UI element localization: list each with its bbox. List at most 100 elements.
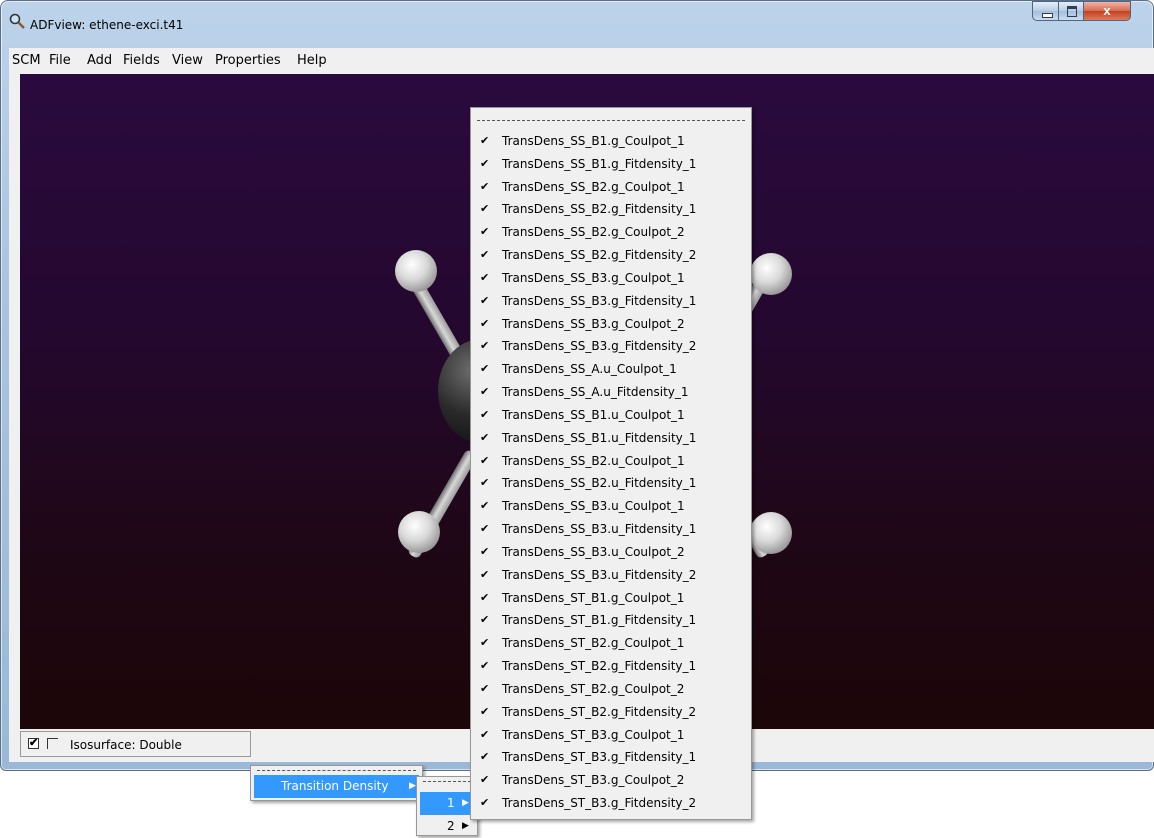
menu-help[interactable]: Help (297, 53, 327, 68)
transition-density-submenu: 1 ▶ 2 ▶ (416, 776, 478, 836)
field-menu-item-label: TransDens_ST_B1.g_Fitdensity_1 (502, 613, 697, 628)
field-menu-item[interactable]: ✔ TransDens_ST_B3.g_Fitdensity_2 (474, 792, 748, 815)
field-menu-item[interactable]: ✔ TransDens_ST_B2.g_Fitdensity_1 (474, 655, 748, 678)
close-button[interactable]: x (1083, 1, 1131, 21)
field-menu-item[interactable]: ✔ TransDens_ST_B3.g_Coulpot_2 (474, 769, 748, 792)
menu-add[interactable]: Add (87, 53, 112, 68)
checkmark-icon: ✔ (480, 567, 490, 581)
field-menu-item-label: TransDens_ST_B2.g_Fitdensity_2 (502, 704, 697, 719)
field-menu-item[interactable]: ✔ TransDens_ST_B2.g_Fitdensity_2 (474, 701, 748, 724)
magnifier-icon (9, 13, 25, 29)
menu-item-transition-density[interactable]: Transition Density ▶ (254, 775, 419, 798)
field-menu-item-label: TransDens_ST_B2.g_Coulpot_1 (502, 636, 685, 651)
field-menu-item-label: TransDens_ST_B3.g_Coulpot_1 (502, 727, 685, 742)
field-menu-item[interactable]: ✔ TransDens_SS_B2.g_Fitdensity_2 (474, 244, 748, 267)
field-menu-item-label: TransDens_SS_B2.g_Fitdensity_2 (502, 248, 697, 263)
submenu-item-2[interactable]: 2 ▶ (420, 815, 474, 838)
field-menu-item-label: TransDens_SS_B3.g_Fitdensity_1 (502, 293, 697, 308)
field-menu-item[interactable]: ✔ TransDens_SS_B3.g_Fitdensity_2 (474, 335, 748, 358)
field-menu-item[interactable]: ✔ TransDens_ST_B2.g_Coulpot_2 (474, 678, 748, 701)
field-menu-item-label: TransDens_ST_B2.g_Coulpot_2 (502, 681, 685, 696)
menu-properties[interactable]: Properties (215, 53, 281, 68)
checkmark-icon: ✔ (480, 293, 490, 307)
field-menu-item-label: TransDens_SS_B2.u_Fitdensity_1 (502, 476, 697, 491)
title-bar[interactable]: ADFview: ethene-exci.t41 x (1, 1, 1153, 45)
field-menu-item-label: TransDens_SS_B3.g_Coulpot_1 (502, 270, 685, 285)
submenu-item-label: 1 (447, 796, 455, 810)
tearoff-line[interactable] (423, 781, 471, 782)
field-menu-item[interactable]: ✔ TransDens_SS_B2.g_Coulpot_1 (474, 176, 748, 199)
menu-file[interactable]: File (49, 53, 71, 68)
minimize-button[interactable] (1032, 1, 1059, 21)
field-menu-item[interactable]: ✔ TransDens_SS_B2.g_Coulpot_2 (474, 221, 748, 244)
field-menu-item[interactable]: ✔ TransDens_ST_B2.g_Coulpot_1 (474, 632, 748, 655)
tearoff-line[interactable] (477, 120, 745, 121)
field-menu-item-label: TransDens_SS_B1.g_Fitdensity_1 (502, 156, 697, 171)
checkmark-icon: ✔ (480, 476, 490, 490)
submenu-item-1[interactable]: 1 ▶ (420, 792, 474, 815)
field-menu-item-label: TransDens_SS_B2.g_Fitdensity_1 (502, 202, 697, 217)
checkmark-icon: ✔ (480, 544, 490, 558)
field-menu-item[interactable]: ✔ TransDens_SS_B2.g_Fitdensity_1 (474, 198, 748, 221)
close-icon: x (1103, 3, 1111, 18)
checkmark-icon: ✔ (480, 430, 490, 444)
secondary-checkbox[interactable] (47, 738, 58, 749)
checkmark-icon: ✔ (480, 636, 490, 650)
checkmark-icon: ✔ (480, 727, 490, 741)
window-title: ADFview: ethene-exci.t41 (30, 18, 184, 32)
maximize-button[interactable] (1058, 1, 1084, 21)
field-menu-item-label: TransDens_ST_B3.g_Fitdensity_1 (502, 750, 697, 765)
field-menu-item-label: TransDens_SS_B1.u_Fitdensity_1 (502, 430, 697, 445)
checkmark-icon: ✔ (480, 225, 490, 239)
checkmark-icon: ✔ (480, 248, 490, 262)
hydrogen-atom-upper-right[interactable] (750, 253, 792, 295)
field-menu-item[interactable]: ✔ TransDens_SS_B3.g_Coulpot_2 (474, 313, 748, 336)
menu-scm[interactable]: SCM (12, 53, 41, 68)
field-menu-item-label: TransDens_ST_B1.g_Coulpot_1 (502, 590, 685, 605)
field-menu-item[interactable]: ✔ TransDens_SS_B1.g_Fitdensity_1 (474, 153, 748, 176)
field-menu-item[interactable]: ✔ TransDens_SS_B1.g_Coulpot_1 (474, 130, 748, 153)
checkmark-icon: ✔ (480, 202, 490, 216)
menu-bar: SCM File Add Fields View Properties Help (9, 48, 1154, 70)
field-menu-item[interactable]: ✔ TransDens_SS_B2.u_Coulpot_1 (474, 450, 748, 473)
checkmark-icon: ✔ (480, 407, 490, 421)
visibility-checkbox[interactable]: ✔ (28, 738, 39, 749)
field-list-menu: ✔ TransDens_SS_B1.g_Coulpot_1 ✔ TransDens_S… (470, 107, 752, 820)
hydrogen-atom-upper-left[interactable] (395, 250, 437, 292)
field-menu-item[interactable]: ✔ TransDens_SS_B1.u_Coulpot_1 (474, 404, 748, 427)
field-menu-item[interactable]: ✔ TransDens_SS_B3.u_Fitdensity_2 (474, 564, 748, 587)
menu-fields[interactable]: Fields (123, 53, 160, 68)
field-menu-item-label: TransDens_SS_B2.u_Coulpot_1 (502, 453, 685, 468)
field-menu-item[interactable]: ✔ TransDens_SS_A.u_Fitdensity_1 (474, 381, 748, 404)
fields-popup-menu: Transition Density ▶ (250, 765, 423, 801)
field-menu-item[interactable]: ✔ TransDens_SS_B3.u_Fitdensity_1 (474, 518, 748, 541)
checkmark-icon: ✔ (480, 613, 490, 627)
tearoff-line[interactable] (257, 770, 416, 771)
field-menu-item[interactable]: ✔ TransDens_SS_B3.g_Fitdensity_1 (474, 290, 748, 313)
submenu-arrow-icon: ▶ (462, 821, 469, 831)
submenu-arrow-icon: ▶ (409, 781, 416, 791)
field-menu-item[interactable]: ✔ TransDens_SS_B2.u_Fitdensity_1 (474, 472, 748, 495)
field-menu-item[interactable]: ✔ TransDens_ST_B3.g_Fitdensity_1 (474, 746, 748, 769)
field-menu-item[interactable]: ✔ TransDens_SS_B3.u_Coulpot_2 (474, 541, 748, 564)
checkmark-icon: ✔ (480, 362, 490, 376)
checkmark-icon: ✔ (480, 316, 490, 330)
hydrogen-atom-lower-left[interactable] (398, 511, 440, 553)
field-menu-item[interactable]: ✔ TransDens_ST_B1.g_Fitdensity_1 (474, 609, 748, 632)
field-menu-item-label: TransDens_SS_B2.g_Coulpot_2 (502, 225, 685, 240)
checkmark-icon: ✔ (480, 385, 490, 399)
checkmark-icon: ✔ (480, 270, 490, 284)
field-menu-item[interactable]: ✔ TransDens_SS_B3.u_Coulpot_1 (474, 495, 748, 518)
field-menu-item[interactable]: ✔ TransDens_SS_B3.g_Coulpot_1 (474, 267, 748, 290)
hydrogen-atom-lower-right[interactable] (750, 512, 792, 554)
menu-item-label: Transition Density (281, 779, 389, 793)
checkmark-icon: ✔ (480, 704, 490, 718)
field-menu-item[interactable]: ✔ TransDens_ST_B1.g_Coulpot_1 (474, 587, 748, 610)
menu-view[interactable]: View (172, 53, 203, 68)
checkmark-icon: ✔ (480, 681, 490, 695)
field-menu-item[interactable]: ✔ TransDens_SS_A.u_Coulpot_1 (474, 358, 748, 381)
field-menu-item-label: TransDens_SS_B3.u_Fitdensity_2 (502, 567, 697, 582)
field-menu-item[interactable]: ✔ TransDens_ST_B3.g_Coulpot_1 (474, 724, 748, 747)
checkmark-icon: ✔ (480, 590, 490, 604)
field-menu-item[interactable]: ✔ TransDens_SS_B1.u_Fitdensity_1 (474, 427, 748, 450)
